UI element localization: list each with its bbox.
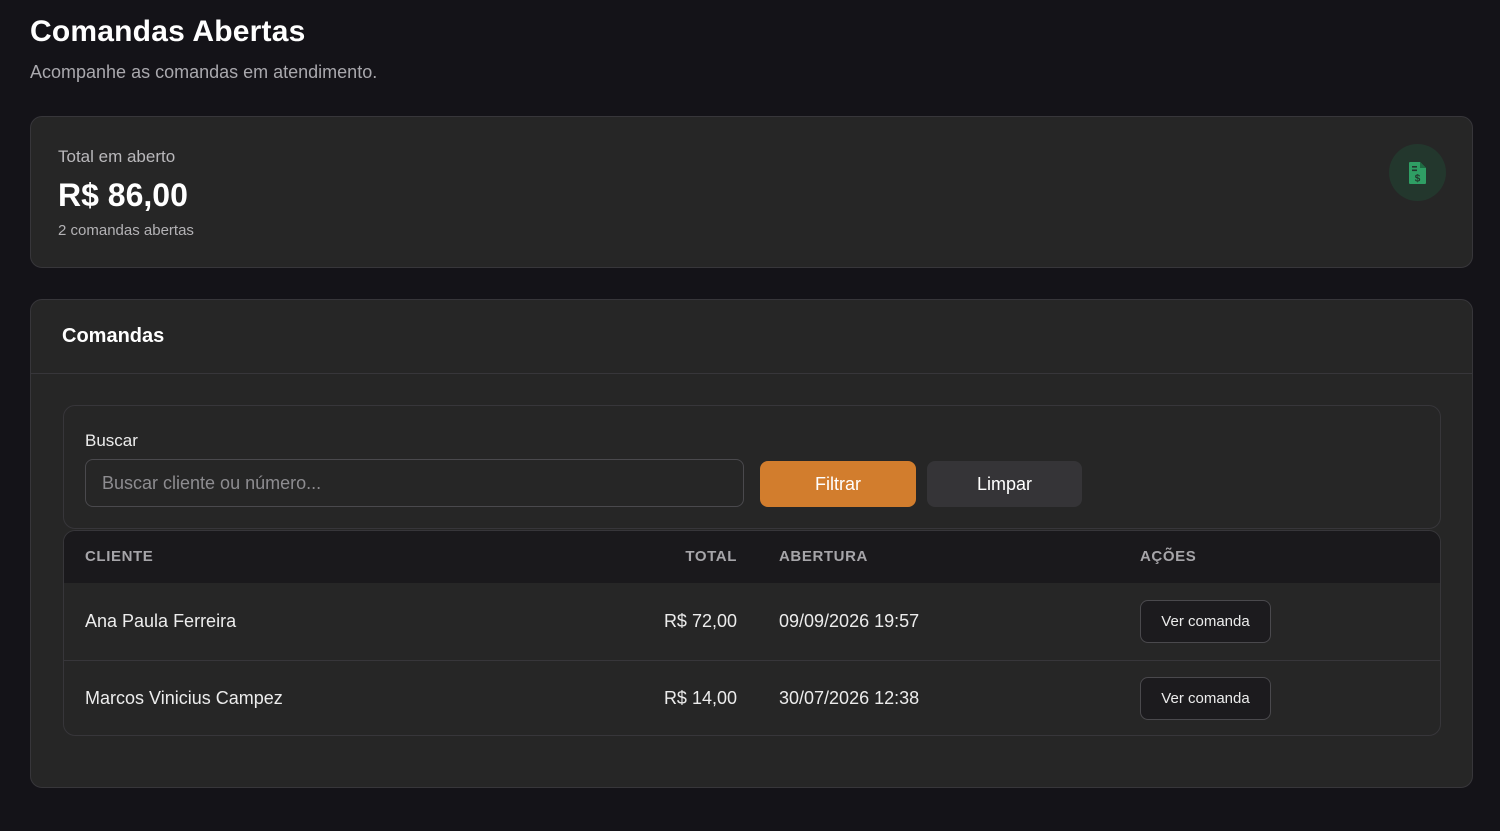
cell-cliente: Ana Paula Ferreira bbox=[85, 611, 237, 631]
table-row: Ana Paula Ferreira R$ 72,00 09/09/2026 1… bbox=[64, 584, 1440, 660]
page: Comandas Abertas Acompanhe as comandas e… bbox=[0, 0, 1500, 831]
orders-table: CLIENTE TOTAL ABERTURA AÇÕES Ana Paula F… bbox=[63, 530, 1441, 736]
search-input[interactable] bbox=[85, 459, 744, 507]
invoice-dollar-icon: $ bbox=[1408, 161, 1426, 184]
orders-card-header: Comandas bbox=[31, 300, 1472, 374]
orders-card: Comandas Buscar Filtrar Limpar CLIENTE T… bbox=[30, 299, 1473, 788]
filter-panel: Buscar Filtrar Limpar bbox=[63, 405, 1441, 529]
clear-button[interactable]: Limpar bbox=[927, 461, 1082, 507]
invoice-dollar-icon-badge: $ bbox=[1389, 144, 1446, 201]
total-open-card: Total em aberto R$ 86,00 2 comandas aber… bbox=[30, 116, 1473, 268]
cell-total: R$ 72,00 bbox=[663, 611, 737, 631]
cell-abertura: 30/07/2026 12:38 bbox=[779, 688, 920, 708]
cell-total: R$ 14,00 bbox=[663, 688, 737, 708]
cell-cliente: Marcos Vinicius Campez bbox=[85, 688, 283, 708]
filter-button[interactable]: Filtrar bbox=[760, 461, 916, 507]
column-header-acoes: AÇÕES bbox=[1140, 548, 1197, 565]
search-label: Buscar bbox=[85, 431, 138, 450]
cell-abertura: 09/09/2026 19:57 bbox=[779, 611, 920, 631]
svg-text:$: $ bbox=[1414, 173, 1420, 184]
total-open-label: Total em aberto bbox=[58, 147, 176, 166]
total-open-value: R$ 86,00 bbox=[58, 177, 188, 213]
table-row: Marcos Vinicius Campez R$ 14,00 30/07/20… bbox=[64, 660, 1440, 735]
view-order-button[interactable]: Ver comanda bbox=[1140, 600, 1271, 643]
page-subtitle: Acompanhe as comandas em atendimento. bbox=[30, 62, 378, 82]
page-title: Comandas Abertas bbox=[30, 15, 306, 48]
orders-card-title: Comandas bbox=[62, 325, 165, 347]
view-order-button[interactable]: Ver comanda bbox=[1140, 677, 1271, 720]
column-header-abertura: ABERTURA bbox=[779, 548, 868, 565]
column-header-cliente: CLIENTE bbox=[85, 548, 154, 565]
open-orders-count: 2 comandas abertas bbox=[58, 222, 194, 239]
table-header: CLIENTE TOTAL ABERTURA AÇÕES bbox=[64, 531, 1440, 583]
column-header-total: TOTAL bbox=[685, 548, 737, 565]
